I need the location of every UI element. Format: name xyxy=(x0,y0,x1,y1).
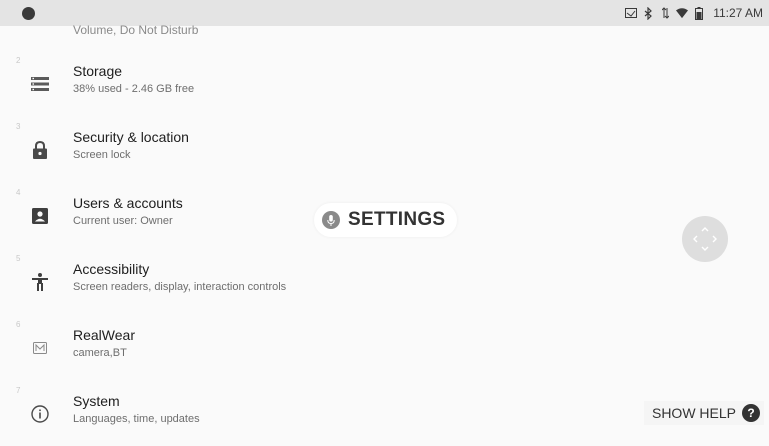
cast-icon xyxy=(625,6,638,20)
mic-icon xyxy=(322,211,340,229)
bluetooth-icon xyxy=(642,6,654,20)
list-item-partial-subtitle: Volume, Do Not Disturb xyxy=(73,23,199,37)
settings-item-realwear[interactable]: 6 RealWear camera,BT xyxy=(0,316,600,380)
dpad-arrows-icon xyxy=(693,227,717,251)
voice-command-settings-badge[interactable]: SETTINGS xyxy=(314,203,458,237)
item-index: 2 xyxy=(16,56,21,65)
show-help-label: SHOW HELP xyxy=(651,405,736,421)
item-title: System xyxy=(73,393,120,409)
item-index: 6 xyxy=(16,320,21,329)
show-help-button[interactable]: SHOW HELP ? xyxy=(643,401,764,425)
item-index: 5 xyxy=(16,254,21,263)
voice-command-label: SETTINGS xyxy=(348,209,446,230)
wifi-icon xyxy=(676,6,689,20)
item-subtitle: Screen readers, display, interaction con… xyxy=(73,281,287,293)
item-subtitle: camera,BT xyxy=(73,347,127,359)
status-time: 11:27 AM xyxy=(713,6,763,20)
lock-icon xyxy=(28,138,52,162)
settings-item-storage[interactable]: 2 Storage 38% used - 2.46 GB free xyxy=(0,52,600,116)
item-title: Storage xyxy=(73,63,123,79)
settings-item-accessibility[interactable]: 5 Accessibility Screen readers, display,… xyxy=(0,250,600,314)
settings-item-users-accounts[interactable]: 4 Users & accounts Current user: Owner xyxy=(0,184,600,248)
item-subtitle: 38% used - 2.46 GB free xyxy=(73,83,195,95)
item-title: Security & location xyxy=(73,129,189,145)
item-subtitle: Current user: Owner xyxy=(73,215,173,227)
question-icon: ? xyxy=(742,404,760,422)
status-icons: 11:27 AM xyxy=(625,6,763,20)
accessibility-icon xyxy=(28,270,52,294)
realwear-icon xyxy=(28,336,52,360)
data-arrows-icon xyxy=(659,6,671,20)
battery-icon xyxy=(693,6,705,20)
item-index: 7 xyxy=(16,386,21,395)
settings-item-system[interactable]: 7 System Languages, time, updates xyxy=(0,382,600,446)
item-subtitle: Screen lock xyxy=(73,149,131,161)
settings-item-security[interactable]: 3 Security & location Screen lock xyxy=(0,118,600,182)
item-subtitle: Languages, time, updates xyxy=(73,413,200,425)
item-title: Users & accounts xyxy=(73,195,183,211)
camera-indicator-icon xyxy=(22,6,35,20)
item-index: 3 xyxy=(16,122,21,131)
item-title: Accessibility xyxy=(73,261,150,277)
storage-icon xyxy=(28,72,52,96)
dpad-navigation-control[interactable] xyxy=(682,216,728,262)
info-icon xyxy=(28,402,52,426)
item-index: 4 xyxy=(16,188,21,197)
item-title: RealWear xyxy=(73,327,135,343)
account-box-icon xyxy=(28,204,52,228)
